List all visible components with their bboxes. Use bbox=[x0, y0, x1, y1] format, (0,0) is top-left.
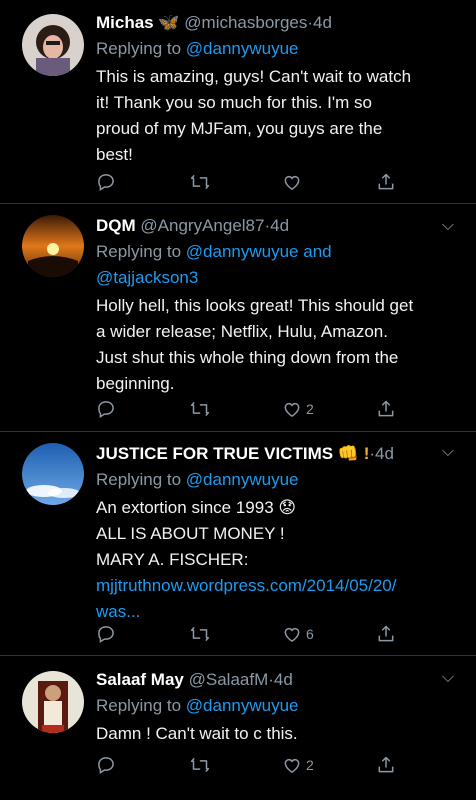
replying-to-label: Replying to bbox=[96, 39, 182, 58]
retweet-icon bbox=[190, 626, 210, 642]
tweet-actions: 6 bbox=[96, 622, 396, 646]
tweet-header: DQM @AngryAngel87·4d bbox=[96, 213, 454, 239]
timestamp[interactable]: 4d bbox=[270, 216, 289, 235]
avatar[interactable] bbox=[22, 215, 84, 277]
retweet-button[interactable] bbox=[190, 170, 210, 194]
replying-to-label: Replying to bbox=[96, 470, 182, 489]
like-count: 2 bbox=[306, 401, 314, 417]
reply-icon bbox=[98, 626, 114, 643]
replying-to: Replying to @dannywuyue and @tajjackson3 bbox=[96, 239, 454, 291]
tweet-text-line: proud of my MJFam, you guys are the bbox=[96, 119, 383, 138]
tweet-actions: 2 bbox=[96, 753, 396, 777]
mention-link[interactable]: @dannywuyue bbox=[186, 696, 299, 715]
tweet[interactable]: JUSTICE FOR TRUE VICTIMS 👊 !·4d Replying… bbox=[0, 433, 476, 656]
chevron-down-icon[interactable]: ⌵ bbox=[442, 217, 454, 235]
mention-link[interactable]: @dannywuyue bbox=[186, 470, 299, 489]
share-button[interactable] bbox=[376, 753, 396, 777]
tweet-actions: 2 bbox=[96, 397, 396, 421]
tweet-text: Damn ! Can't wait to c this. bbox=[96, 721, 454, 747]
tweet-text-line: Just shut this whole thing down from the bbox=[96, 348, 399, 367]
share-button[interactable] bbox=[376, 170, 396, 194]
tweet-text-line: it! Thank you so much for this. I'm so bbox=[96, 93, 372, 112]
reply-button[interactable] bbox=[96, 170, 116, 194]
tweet-header: Salaaf May @SalaafM·4d bbox=[96, 667, 454, 693]
reply-icon bbox=[98, 401, 114, 418]
tweet-text-line: This is amazing, guys! Can't wait to wat… bbox=[96, 67, 412, 86]
like-button[interactable]: 2 bbox=[282, 397, 314, 421]
share-icon bbox=[378, 400, 394, 417]
like-button[interactable] bbox=[282, 170, 306, 194]
handle[interactable]: @michasborges bbox=[184, 13, 307, 32]
like-icon bbox=[284, 758, 300, 773]
display-name[interactable]: Michas bbox=[96, 13, 154, 32]
butterfly-emoji: 🦋 bbox=[158, 13, 180, 32]
tweet-text-line: An extortion since 1993 😟 bbox=[96, 498, 297, 517]
replying-to-label: Replying to bbox=[96, 242, 182, 261]
display-name[interactable]: Salaaf May bbox=[96, 670, 184, 689]
mention-link[interactable]: @tajjackson3 bbox=[96, 268, 198, 287]
tweet-text: This is amazing, guys! Can't wait to wat… bbox=[96, 64, 454, 168]
retweet-icon bbox=[190, 401, 210, 417]
tweet-text: An extortion since 1993 😟 ALL IS ABOUT M… bbox=[96, 495, 454, 625]
tweet[interactable]: DQM @AngryAngel87·4d Replying to @dannyw… bbox=[0, 205, 476, 432]
retweet-icon bbox=[190, 757, 210, 773]
reply-button[interactable] bbox=[96, 397, 116, 421]
share-icon bbox=[378, 625, 394, 642]
display-name[interactable]: DQM bbox=[96, 216, 136, 235]
timestamp[interactable]: 4d bbox=[313, 13, 332, 32]
like-count: 2 bbox=[306, 757, 314, 773]
handle[interactable]: @AngryAngel87 bbox=[140, 216, 264, 235]
like-icon bbox=[284, 402, 300, 417]
display-name[interactable]: JUSTICE FOR TRUE VICTIMS bbox=[96, 444, 333, 463]
url-link[interactable]: mjjtruthnow.wordpress.com/2014/05/20/ bbox=[96, 573, 454, 599]
chevron-down-icon[interactable]: ⌵ bbox=[442, 443, 454, 461]
tweet-text-line: Holly hell, this looks great! This shoul… bbox=[96, 296, 414, 315]
retweet-button[interactable] bbox=[190, 753, 210, 777]
retweet-button[interactable] bbox=[190, 397, 210, 421]
timestamp[interactable]: 4d bbox=[375, 444, 394, 463]
mention-link[interactable]: @dannywuyue bbox=[186, 39, 299, 58]
like-button[interactable]: 6 bbox=[282, 622, 314, 646]
reply-and: and bbox=[298, 242, 332, 261]
timestamp[interactable]: 4d bbox=[274, 670, 293, 689]
tweet-actions bbox=[96, 170, 396, 194]
share-button[interactable] bbox=[376, 397, 396, 421]
tweet-feed: Michas 🦋 @michasborges·4d Replying to @d… bbox=[0, 0, 476, 800]
reply-button[interactable] bbox=[96, 753, 116, 777]
tweet[interactable]: Salaaf May @SalaafM·4d Replying to @dann… bbox=[0, 657, 476, 800]
chevron-down-icon[interactable]: ⌵ bbox=[442, 669, 454, 687]
handle[interactable]: @SalaafM bbox=[189, 670, 269, 689]
share-icon bbox=[378, 756, 394, 773]
avatar[interactable] bbox=[22, 671, 84, 733]
like-icon bbox=[284, 175, 300, 190]
replying-to: Replying to @dannywuyue bbox=[96, 36, 454, 62]
fist-emoji: 👊 ! bbox=[337, 444, 370, 463]
tweet-text-line: Damn ! Can't wait to c this. bbox=[96, 724, 298, 743]
reply-icon bbox=[98, 757, 114, 774]
share-button[interactable] bbox=[376, 622, 396, 646]
mention-link[interactable]: @dannywuyue bbox=[186, 242, 299, 261]
replying-to: Replying to @dannywuyue bbox=[96, 693, 454, 719]
avatar[interactable] bbox=[22, 14, 84, 76]
avatar[interactable] bbox=[22, 443, 84, 505]
retweet-icon bbox=[190, 174, 210, 190]
tweet-text-line: ALL IS ABOUT MONEY ! bbox=[96, 524, 285, 543]
like-icon bbox=[284, 627, 300, 642]
like-count: 6 bbox=[306, 626, 314, 642]
retweet-button[interactable] bbox=[190, 622, 210, 646]
tweet-text-line: MARY A. FISCHER: bbox=[96, 550, 249, 569]
tweet-text-line: best! bbox=[96, 145, 133, 164]
replying-to-label: Replying to bbox=[96, 696, 182, 715]
replying-to: Replying to @dannywuyue bbox=[96, 467, 454, 493]
tweet-header: JUSTICE FOR TRUE VICTIMS 👊 !·4d bbox=[96, 441, 454, 467]
tweet-header: Michas 🦋 @michasborges·4d bbox=[96, 10, 454, 36]
like-button[interactable]: 2 bbox=[282, 753, 314, 777]
reply-icon bbox=[98, 174, 114, 191]
tweet[interactable]: Michas 🦋 @michasborges·4d Replying to @d… bbox=[0, 0, 476, 204]
tweet-text-line: beginning. bbox=[96, 374, 175, 393]
tweet-text: Holly hell, this looks great! This shoul… bbox=[96, 293, 454, 397]
reply-button[interactable] bbox=[96, 622, 116, 646]
tweet-text-line: a wider release; Netflix, Hulu, Amazon. bbox=[96, 322, 388, 341]
share-icon bbox=[378, 173, 394, 190]
